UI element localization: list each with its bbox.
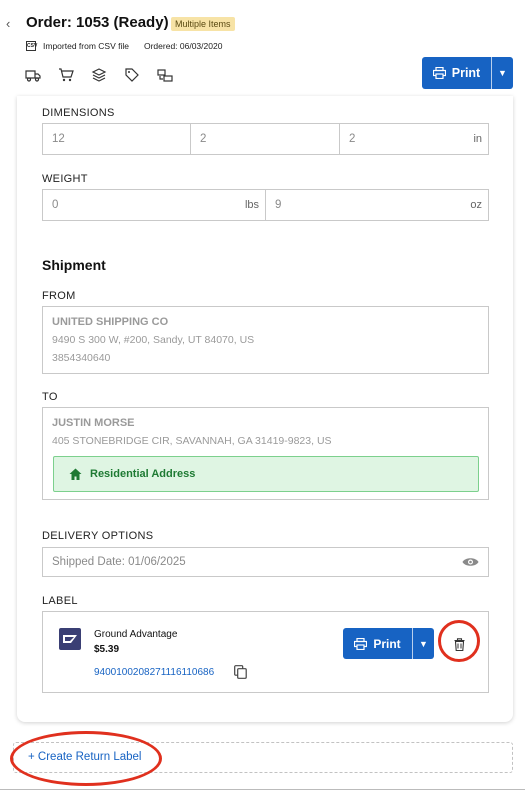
from-phone: 3854340640 [52, 352, 111, 364]
from-address-box[interactable]: UNITED SHIPPING CO 9490 S 300 W, #200, S… [42, 306, 489, 374]
label-print-button-label: Print [373, 636, 401, 651]
weight-lbs-field[interactable]: 0 lbs [42, 189, 266, 221]
label-print-divider [412, 628, 413, 659]
length-field[interactable]: 12 [42, 123, 191, 155]
shipment-title: Shipment [42, 257, 106, 273]
csv-file-icon: CSV [26, 41, 38, 51]
to-name: JUSTIN MORSE [52, 417, 135, 429]
layers-icon[interactable] [91, 67, 107, 83]
usps-logo-icon [59, 628, 81, 650]
copy-icon[interactable] [234, 665, 247, 679]
shipped-date-field[interactable]: Shipped Date: 01/06/2025 [42, 547, 489, 577]
shipped-date-value: Shipped Date: 01/06/2025 [52, 556, 186, 568]
width-field[interactable]: 2 [190, 123, 340, 155]
order-meta: CSV Imported from CSV file Ordered: 06/0… [26, 41, 222, 51]
tracking-number-link[interactable]: 9400100208271116110686 [94, 667, 214, 678]
ordered-date: Ordered: 06/03/2020 [143, 41, 223, 51]
from-name: UNITED SHIPPING CO [52, 316, 169, 328]
print-button-label: Print [451, 66, 481, 80]
import-source: Imported from CSV file [43, 41, 129, 51]
dimension-unit: in [473, 133, 482, 145]
product-swap-icon[interactable] [157, 67, 173, 83]
weight-oz-value: 9 [275, 199, 282, 211]
dimensions-label: DIMENSIONS [42, 107, 115, 119]
label-print-dropdown-caret-icon[interactable]: ▼ [413, 628, 434, 659]
bottom-divider [0, 789, 525, 790]
print-divider [491, 57, 492, 89]
print-dropdown-caret-icon[interactable]: ▼ [492, 57, 513, 89]
multiple-items-badge: Multiple Items [171, 17, 235, 31]
weight-lbs-unit: lbs [244, 199, 259, 211]
order-toolbar [25, 67, 190, 83]
truck-icon[interactable] [25, 67, 41, 83]
order-header: ‹ Order: 1053 (Ready) Multiple Items CSV… [0, 0, 525, 98]
eye-icon[interactable] [462, 555, 479, 569]
shipping-label-card: Ground Advantage $5.39 94001002082711161… [42, 611, 489, 693]
from-label: FROM [42, 290, 76, 302]
home-icon [69, 468, 82, 480]
label-section-label: LABEL [42, 595, 78, 607]
delivery-options-label: DELIVERY OPTIONS [42, 530, 154, 542]
printer-icon [432, 67, 446, 79]
weight-oz-field[interactable]: 9 oz [265, 189, 489, 221]
length-value: 12 [52, 133, 65, 145]
order-title: Order: 1053 (Ready) [26, 14, 169, 31]
back-chevron-icon[interactable]: ‹ [6, 16, 10, 31]
weight-lbs-value: 0 [52, 199, 59, 211]
label-print-button-group: Print ▼ [343, 628, 434, 659]
print-button-group: Print ▼ [422, 57, 513, 89]
service-name: Ground Advantage [94, 629, 178, 640]
from-address: 9490 S 300 W, #200, Sandy, UT 84070, US [52, 334, 255, 346]
tag-icon[interactable] [124, 67, 140, 83]
to-label: TO [42, 391, 58, 403]
cart-icon[interactable] [58, 67, 74, 83]
printer-icon [354, 637, 368, 650]
trash-highlight-circle [438, 620, 480, 662]
service-price: $5.39 [94, 644, 120, 655]
to-address-box[interactable]: JUSTIN MORSE 405 STONEBRIDGE CIR, SAVANN… [42, 407, 489, 500]
residential-address-badge: Residential Address [53, 456, 479, 492]
return-label-highlight-circle [10, 731, 162, 786]
weight-label: WEIGHT [42, 173, 88, 185]
weight-oz-unit: oz [470, 199, 482, 211]
label-print-button[interactable]: Print [343, 628, 412, 659]
height-field[interactable]: 2 in [339, 123, 489, 155]
width-value: 2 [200, 133, 207, 145]
height-value: 2 [349, 133, 356, 145]
to-address: 405 STONEBRIDGE CIR, SAVANNAH, GA 31419-… [52, 435, 332, 447]
print-button[interactable]: Print [422, 57, 491, 89]
residential-address-label: Residential Address [90, 468, 196, 480]
